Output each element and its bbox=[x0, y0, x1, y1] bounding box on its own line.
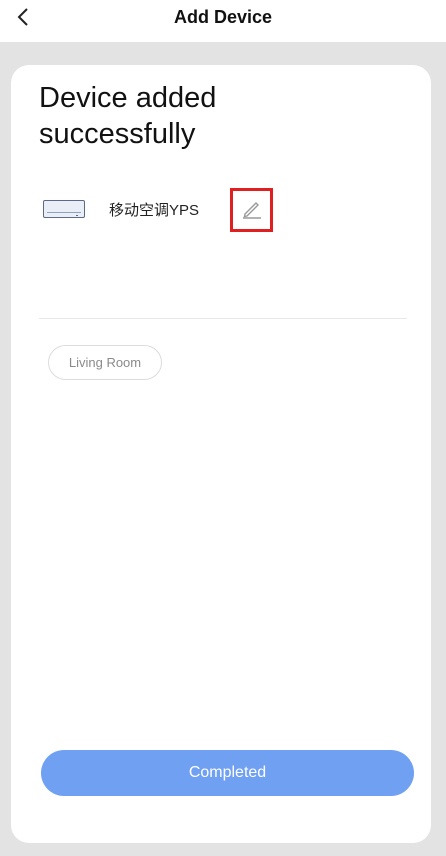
air-conditioner-icon bbox=[43, 200, 85, 218]
room-chip-label: Living Room bbox=[68, 355, 142, 370]
page-title: Add Device bbox=[173, 7, 273, 27]
divider bbox=[39, 318, 407, 319]
room-chip-living-room[interactable]: Living Room bbox=[48, 345, 162, 380]
completed-button-label: Completed bbox=[188, 764, 267, 781]
completed-button[interactable]: Completed bbox=[41, 750, 414, 796]
device-row: 移动空调YPS bbox=[42, 188, 402, 232]
success-headline: Device added successfully bbox=[39, 82, 217, 150]
pencil-icon bbox=[241, 197, 263, 224]
top-bar: Add Device bbox=[0, 0, 446, 42]
edit-device-name-button[interactable] bbox=[230, 188, 273, 232]
device-name: 移动空调YPS bbox=[109, 202, 200, 219]
result-card bbox=[11, 65, 431, 843]
